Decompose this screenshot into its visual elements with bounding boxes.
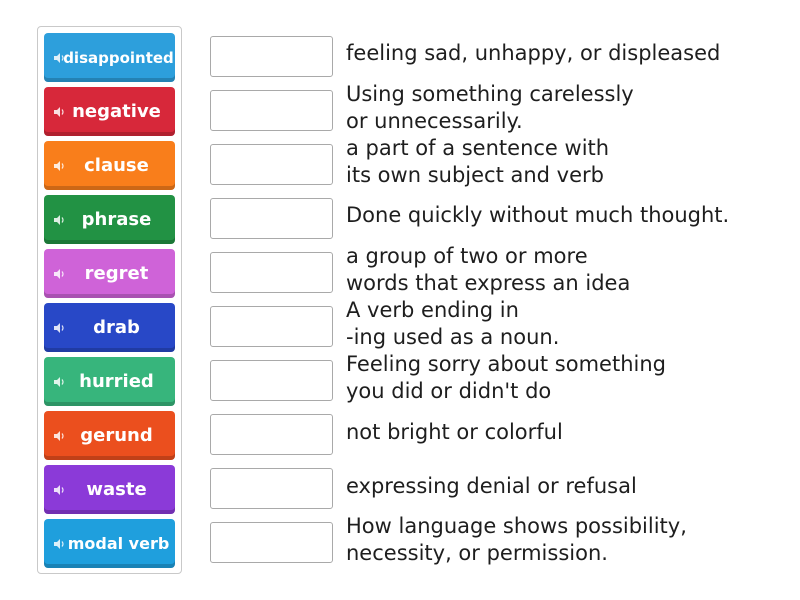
drop-slot-2[interactable] [210,90,333,131]
definition-9: expressing denial or refusal [346,473,786,500]
definition-7: Feeling sorry about something you did or… [346,351,786,405]
definition-line: How language shows possibility, [346,514,687,538]
word-tile-gerund[interactable]: gerund [44,411,175,460]
speaker-icon[interactable] [54,106,65,117]
definition-line: A verb ending in [346,298,519,322]
definition-10: How language shows possibility, necessit… [346,513,786,567]
speaker-icon[interactable] [54,214,65,225]
drop-slot-10[interactable] [210,522,333,563]
speaker-icon[interactable] [54,322,65,333]
word-tile-regret[interactable]: regret [44,249,175,298]
drop-slot-1[interactable] [210,36,333,77]
definition-2: Using something carelessly or unnecessar… [346,81,786,135]
definition-line: you did or didn't do [346,379,552,403]
definition-8: not bright or colorful [346,419,786,446]
word-tile-disappointed[interactable]: disappointed [44,33,175,82]
definition-3: a part of a sentence with its own subjec… [346,135,786,189]
definition-line: its own subject and verb [346,163,604,187]
word-tile-drab[interactable]: drab [44,303,175,352]
speaker-icon[interactable] [54,430,65,441]
speaker-icon[interactable] [54,160,65,171]
speaker-icon[interactable] [54,52,65,63]
drop-slot-8[interactable] [210,414,333,455]
speaker-icon[interactable] [54,484,65,495]
drop-slot-9[interactable] [210,468,333,509]
definition-line: or unnecessarily. [346,109,523,133]
word-tile-negative[interactable]: negative [44,87,175,136]
speaker-icon[interactable] [54,268,65,279]
match-up-activity: disappointed negative clause phrase regr… [0,0,800,600]
definition-5: a group of two or more words that expres… [346,243,786,297]
drop-slot-7[interactable] [210,360,333,401]
speaker-icon[interactable] [54,538,65,549]
definition-line: a group of two or more [346,244,588,268]
drop-slot-6[interactable] [210,306,333,347]
word-bank: disappointed negative clause phrase regr… [37,26,182,574]
word-tile-waste[interactable]: waste [44,465,175,514]
definition-line: words that express an idea [346,271,631,295]
drop-slot-3[interactable] [210,144,333,185]
definition-line: not bright or colorful [346,420,563,444]
definition-1: feeling sad, unhappy, or displeased [346,40,786,67]
drop-slot-4[interactable] [210,198,333,239]
definition-line: Using something carelessly [346,82,634,106]
definition-4: Done quickly without much thought. [346,202,786,229]
definition-line: Done quickly without much thought. [346,203,730,227]
word-tile-phrase[interactable]: phrase [44,195,175,244]
definition-line: -ing used as a noun. [346,325,560,349]
word-tile-modal-verb[interactable]: modal verb [44,519,175,568]
definition-line: necessity, or permission. [346,541,608,565]
drop-slot-5[interactable] [210,252,333,293]
speaker-icon[interactable] [54,376,65,387]
definition-line: expressing denial or refusal [346,474,637,498]
word-tile-clause[interactable]: clause [44,141,175,190]
definition-line: feeling sad, unhappy, or displeased [346,41,721,65]
definition-line: a part of a sentence with [346,136,610,160]
definition-6: A verb ending in -ing used as a noun. [346,297,786,351]
word-tile-hurried[interactable]: hurried [44,357,175,406]
definition-line: Feeling sorry about something [346,352,666,376]
